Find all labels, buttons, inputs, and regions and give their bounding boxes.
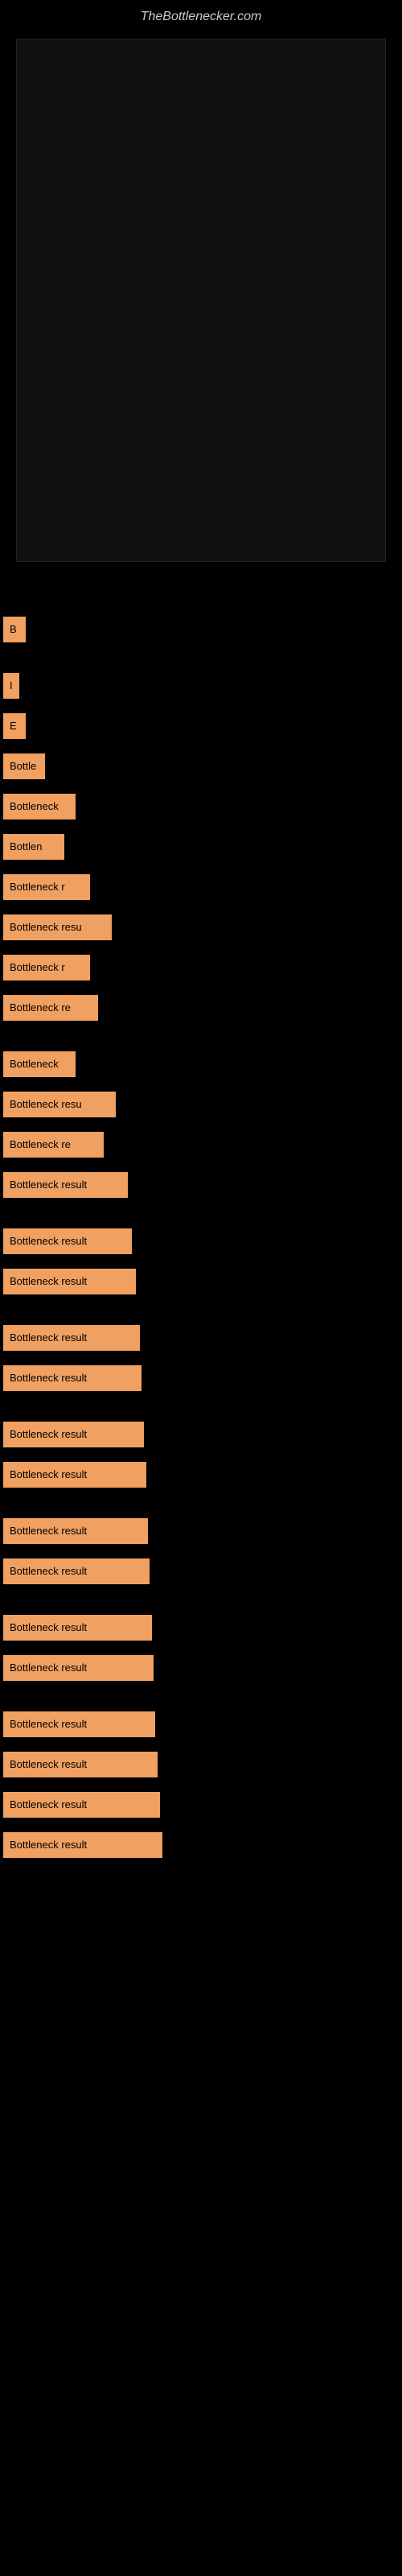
result-item: Bottleneck result [0,1222,402,1261]
result-bar[interactable]: Bottleneck r [3,955,90,980]
result-bar[interactable]: Bottleneck result [3,1172,128,1198]
chart-block [16,39,386,562]
result-item: Bottleneck result [0,1455,402,1494]
result-bar[interactable]: Bottleneck result [3,1792,160,1818]
result-item: Bottle [0,747,402,786]
result-item: Bottleneck re [0,1125,402,1164]
main-chart-area [0,39,402,602]
result-bar[interactable]: Bottleneck result [3,1325,140,1351]
result-item: Bottleneck result [0,1608,402,1647]
spacer [0,1302,402,1319]
spacer [0,1496,402,1512]
result-item: Bottleneck [0,787,402,826]
result-bar[interactable]: Bottleneck result [3,1615,152,1641]
result-bar[interactable]: Bottleneck result [3,1422,144,1447]
result-bar[interactable]: Bottleneck result [3,1832,162,1858]
result-item: Bottleneck [0,1045,402,1084]
result-item: E [0,707,402,745]
result-item: Bottleneck result [0,1512,402,1550]
result-bar[interactable]: Bottleneck result [3,1269,136,1294]
result-item: Bottleneck resu [0,908,402,947]
site-title-container: TheBottlenecker.com [0,0,402,31]
result-item: Bottleneck result [0,1359,402,1397]
result-item: Bottleneck result [0,1745,402,1784]
result-bar[interactable]: Bottleneck result [3,1655,154,1681]
result-item: Bottleneck result [0,1552,402,1591]
result-item: Bottleneck result [0,1262,402,1301]
result-bar[interactable]: Bottleneck resu [3,914,112,940]
result-item: Bottleneck result [0,1319,402,1357]
result-item: B [0,610,402,649]
result-bar[interactable]: Bottleneck result [3,1462,146,1488]
result-bar[interactable]: Bottleneck resu [3,1092,116,1117]
result-bar[interactable]: Bottleneck result [3,1518,148,1544]
site-title: TheBottlenecker.com [0,0,402,31]
spacer [0,1206,402,1222]
result-item: I [0,667,402,705]
spacer [0,1592,402,1608]
result-item: Bottleneck result [0,1415,402,1454]
result-bar[interactable]: B [3,617,26,642]
result-bar[interactable]: Bottleneck result [3,1365,142,1391]
result-item: Bottleneck r [0,948,402,987]
result-bar[interactable]: Bottleneck [3,794,76,819]
result-bar[interactable]: Bottleneck r [3,874,90,900]
result-bar[interactable]: I [3,673,19,699]
result-bar[interactable]: Bottlen [3,834,64,860]
spacer [0,1689,402,1705]
result-item: Bottleneck result [0,1705,402,1744]
result-item: Bottleneck resu [0,1085,402,1124]
result-item: Bottleneck result [0,1826,402,1864]
result-item: Bottleneck result [0,1166,402,1204]
result-bar[interactable]: Bottleneck re [3,1132,104,1158]
result-bar[interactable]: Bottleneck re [3,995,98,1021]
result-item: Bottleneck r [0,868,402,906]
spacer [0,1029,402,1045]
result-bar[interactable]: Bottle [3,753,45,779]
result-bar[interactable]: Bottleneck [3,1051,76,1077]
result-bar[interactable]: Bottleneck result [3,1228,132,1254]
spacer [0,650,402,667]
result-bar[interactable]: E [3,713,26,739]
result-item: Bottleneck result [0,1785,402,1824]
result-bar[interactable]: Bottleneck result [3,1558,150,1584]
result-item: Bottlen [0,828,402,866]
result-item: Bottleneck re [0,989,402,1027]
result-bar[interactable]: Bottleneck result [3,1711,155,1737]
result-bar[interactable]: Bottleneck result [3,1752,158,1777]
spacer [0,1399,402,1415]
results-section: B IE Bottle Bottleneck Bottlen Bottleneck r Bo… [0,602,402,1874]
result-item: Bottleneck result [0,1649,402,1687]
